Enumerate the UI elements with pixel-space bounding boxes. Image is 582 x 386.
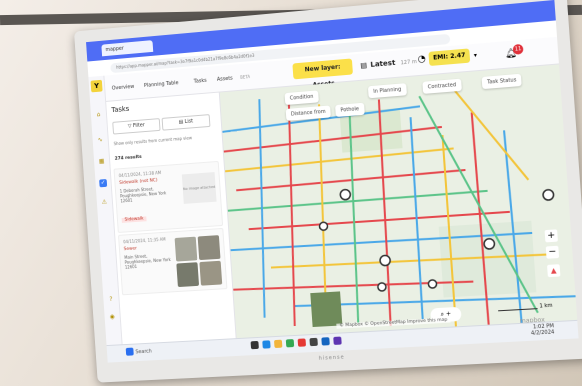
taskview-icon[interactable] xyxy=(250,340,259,350)
pothole-filter-chip[interactable]: Pothole xyxy=(335,102,365,118)
compass-icon[interactable]: ▲ xyxy=(547,264,561,278)
task-date: 04/11/2024, 11:35 AM xyxy=(123,236,166,245)
task-card[interactable]: 04/11/2024, 11:38 AM Sidewalk (not NC) 1… xyxy=(113,160,224,233)
calendar-icon: ▤ xyxy=(360,61,368,70)
home-icon[interactable]: ⌂ xyxy=(95,111,103,119)
task-title: Sewer xyxy=(123,246,138,253)
task-date: 04/11/2024, 11:38 AM xyxy=(118,170,162,179)
app-logo: Y xyxy=(90,79,103,93)
task-photo xyxy=(197,235,221,261)
taskbar-clock: 1:02 PM 4/2/2024 xyxy=(530,323,555,337)
list-label: List xyxy=(184,118,194,125)
task-title: Sidewalk (not NC) xyxy=(119,178,158,186)
nav-tasks[interactable]: Tasks xyxy=(194,78,207,85)
user-icon[interactable]: ◉ xyxy=(108,313,116,321)
taskbar-search[interactable]: Search xyxy=(135,349,152,356)
tasks-icon[interactable]: ✓ xyxy=(99,179,108,188)
screen: mapper https://app.mapper.ai/map?task=3e… xyxy=(86,0,579,363)
map-view[interactable]: Condition In Planning Contracted Task St… xyxy=(219,64,579,356)
teams-icon[interactable] xyxy=(333,336,342,345)
help-icon[interactable]: ? xyxy=(107,296,115,304)
task-photo xyxy=(176,262,200,288)
outlook-icon[interactable] xyxy=(321,337,330,346)
activity-icon[interactable]: ∿ xyxy=(96,136,104,144)
start-icon[interactable] xyxy=(125,347,134,356)
warning-icon[interactable]: ⚠ xyxy=(100,198,108,206)
amazon-icon[interactable] xyxy=(309,337,318,347)
zoom-out-button[interactable]: − xyxy=(545,245,560,259)
zoom-in-button[interactable]: + xyxy=(544,229,558,243)
scale-label: 1 km xyxy=(539,302,553,310)
youtube-icon[interactable] xyxy=(297,338,307,347)
road-network xyxy=(219,64,579,356)
task-address: Main Street, Poughkeepsie, New York 1260… xyxy=(124,253,171,270)
task-photo xyxy=(174,236,198,262)
layers-icon[interactable]: ▦ xyxy=(98,158,106,166)
tasks-title: Tasks xyxy=(111,104,130,115)
chrome-icon[interactable] xyxy=(285,339,295,348)
chevron-down-icon[interactable]: ▾ xyxy=(474,52,478,59)
clock-date: 4/2/2024 xyxy=(530,329,555,337)
status-badge: Sidewalk xyxy=(121,216,147,223)
edge-icon[interactable] xyxy=(262,340,271,349)
filter-label: Filter xyxy=(132,122,145,130)
browser-tab[interactable]: mapper xyxy=(101,40,154,57)
task-photo xyxy=(199,260,223,286)
display-monitor: mapper https://app.mapper.ai/map?task=3e… xyxy=(74,0,582,383)
task-card[interactable]: 04/11/2024, 11:35 AM Sewer Main Street, … xyxy=(118,227,228,296)
monitor-brand-logo: hisense xyxy=(318,354,345,362)
task-address: 1 Deborah Street, Poughkeepsie, New York… xyxy=(119,186,167,204)
folder-icon[interactable] xyxy=(274,339,283,349)
no-image-placeholder: No image attached xyxy=(181,172,217,204)
beta-badge: BETA xyxy=(240,74,251,80)
gauge-icon: ◔ xyxy=(417,54,427,65)
